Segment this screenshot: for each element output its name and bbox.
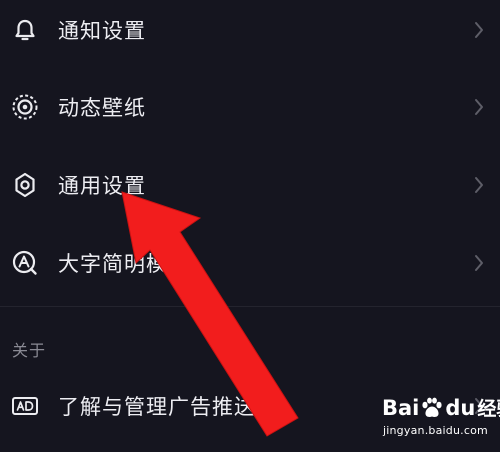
- settings-item-label: 动态壁纸: [58, 96, 146, 120]
- settings-item-label: 通用设置: [58, 174, 146, 198]
- chevron-right-icon: [472, 252, 486, 274]
- baidu-logo: Bai du 经验: [382, 395, 500, 421]
- baidu-jingyan-watermark: Bai du 经验 jingyan.baidu.com: [376, 392, 500, 444]
- settings-item-general[interactable]: 通用设置: [0, 155, 500, 215]
- section-title-about: 关于: [12, 341, 47, 360]
- chevron-right-icon: [472, 19, 486, 41]
- live-wallpaper-icon: [11, 93, 39, 121]
- chevron-right-icon: [472, 96, 486, 118]
- settings-item-label: 通知设置: [58, 19, 146, 43]
- settings-item-label: 大字简明模: [58, 252, 168, 276]
- settings-item-large-font-mode[interactable]: 大字简明模: [0, 233, 500, 293]
- settings-screen: 通知设置 动态壁纸 通用设置 大字简明模 关于 了解与管理广告推送 Bai du…: [0, 0, 500, 452]
- watermark-url: jingyan.baidu.com: [383, 424, 488, 437]
- paw-icon: [420, 397, 444, 419]
- ad-icon: [11, 392, 39, 420]
- settings-item-label: 了解与管理广告推送: [58, 395, 256, 419]
- gear-icon: [11, 171, 39, 199]
- settings-item-live-wallpaper[interactable]: 动态壁纸: [0, 77, 500, 137]
- settings-item-notifications[interactable]: 通知设置: [0, 0, 500, 60]
- bell-icon: [11, 16, 39, 44]
- large-font-icon: [11, 249, 39, 277]
- chevron-right-icon: [472, 174, 486, 196]
- section-divider: [0, 306, 500, 307]
